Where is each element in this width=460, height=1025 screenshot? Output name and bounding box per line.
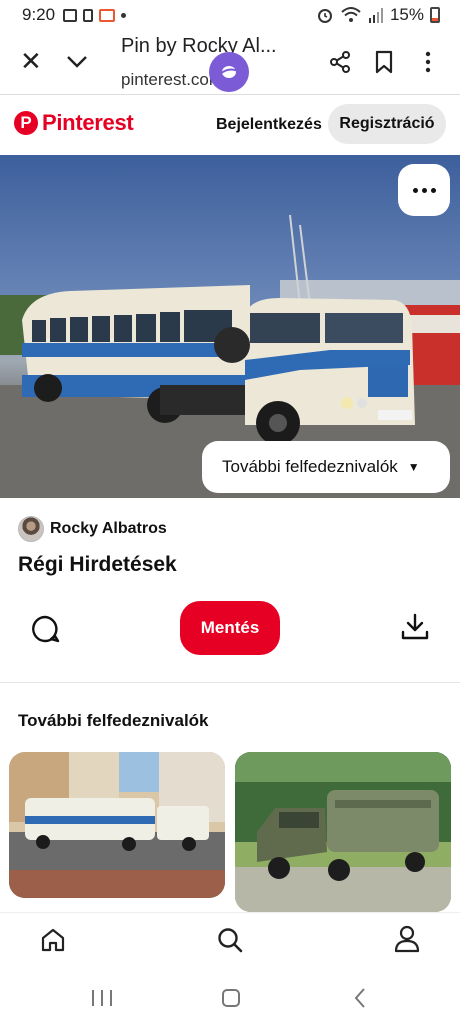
browser-url[interactable]: pinterest.com: [121, 70, 223, 90]
related-pin-image: [235, 752, 451, 912]
divider: [0, 682, 460, 683]
login-button[interactable]: Bejelentkezés: [206, 105, 332, 145]
gallery-icon: [63, 8, 78, 22]
status-time: 9:20: [22, 5, 56, 24]
chevron-down-icon[interactable]: [64, 48, 90, 74]
pinterest-wordmark: Pinterest: [42, 110, 134, 135]
bottom-navigation: [0, 912, 460, 970]
site-header: P Pinterest Bejelentkezés Regisztráció: [0, 94, 460, 154]
chevron-down-icon: ▼: [407, 460, 420, 474]
close-icon[interactable]: ✕: [20, 48, 42, 74]
related-pin-image: [9, 752, 225, 898]
system-home-icon[interactable]: [222, 989, 240, 1007]
profile-icon[interactable]: [394, 925, 420, 953]
signup-button[interactable]: Regisztráció: [328, 104, 446, 144]
system-navigation-bar: [0, 970, 460, 1025]
avatar[interactable]: [18, 516, 44, 542]
share-icon[interactable]: [328, 50, 352, 74]
related-pin-2[interactable]: [235, 752, 451, 912]
browser-extension-icon[interactable]: [209, 52, 249, 92]
pinterest-logo[interactable]: P Pinterest: [14, 110, 134, 136]
author-name[interactable]: Rocky Albatros: [50, 520, 167, 538]
back-icon[interactable]: [352, 987, 368, 1009]
notification-icon: [99, 8, 116, 22]
battery-icon: [430, 7, 440, 23]
browser-toolbar: ✕ Pin by Rocky Al... pinterest.com: [0, 30, 460, 94]
save-button[interactable]: Mentés: [180, 601, 280, 655]
more-ideas-heading: További felfedeznivalók: [18, 711, 209, 730]
alert-icon: [83, 8, 94, 22]
download-icon[interactable]: [400, 612, 430, 642]
more-vertical-icon[interactable]: [420, 50, 436, 74]
bookmark-icon[interactable]: [374, 50, 394, 74]
search-icon[interactable]: [217, 927, 243, 953]
home-icon[interactable]: [40, 927, 66, 953]
explore-more-button[interactable]: További felfedeznivalók ▼: [202, 441, 450, 493]
status-bar: 9:20 15%: [0, 0, 460, 30]
related-pin-1[interactable]: [9, 752, 225, 898]
pin-author[interactable]: Rocky Albatros: [18, 516, 167, 542]
comment-icon[interactable]: [30, 614, 60, 644]
more-options-button[interactable]: [398, 164, 450, 216]
signal-icon: [368, 8, 383, 23]
battery-percent: 15%: [389, 5, 424, 24]
pin-image[interactable]: További felfedeznivalók ▼: [0, 155, 460, 498]
browser-page-title: Pin by Rocky Al...: [121, 35, 277, 57]
pinterest-logo-icon: P: [14, 111, 38, 135]
wifi-icon: [341, 7, 361, 22]
explore-more-label: További felfedeznivalók: [222, 457, 398, 476]
recent-apps-icon[interactable]: [92, 990, 112, 1008]
pin-title: Régi Hirdetések: [18, 553, 177, 576]
alarm-icon: [317, 9, 332, 23]
more-notifications-icon: [121, 12, 127, 18]
